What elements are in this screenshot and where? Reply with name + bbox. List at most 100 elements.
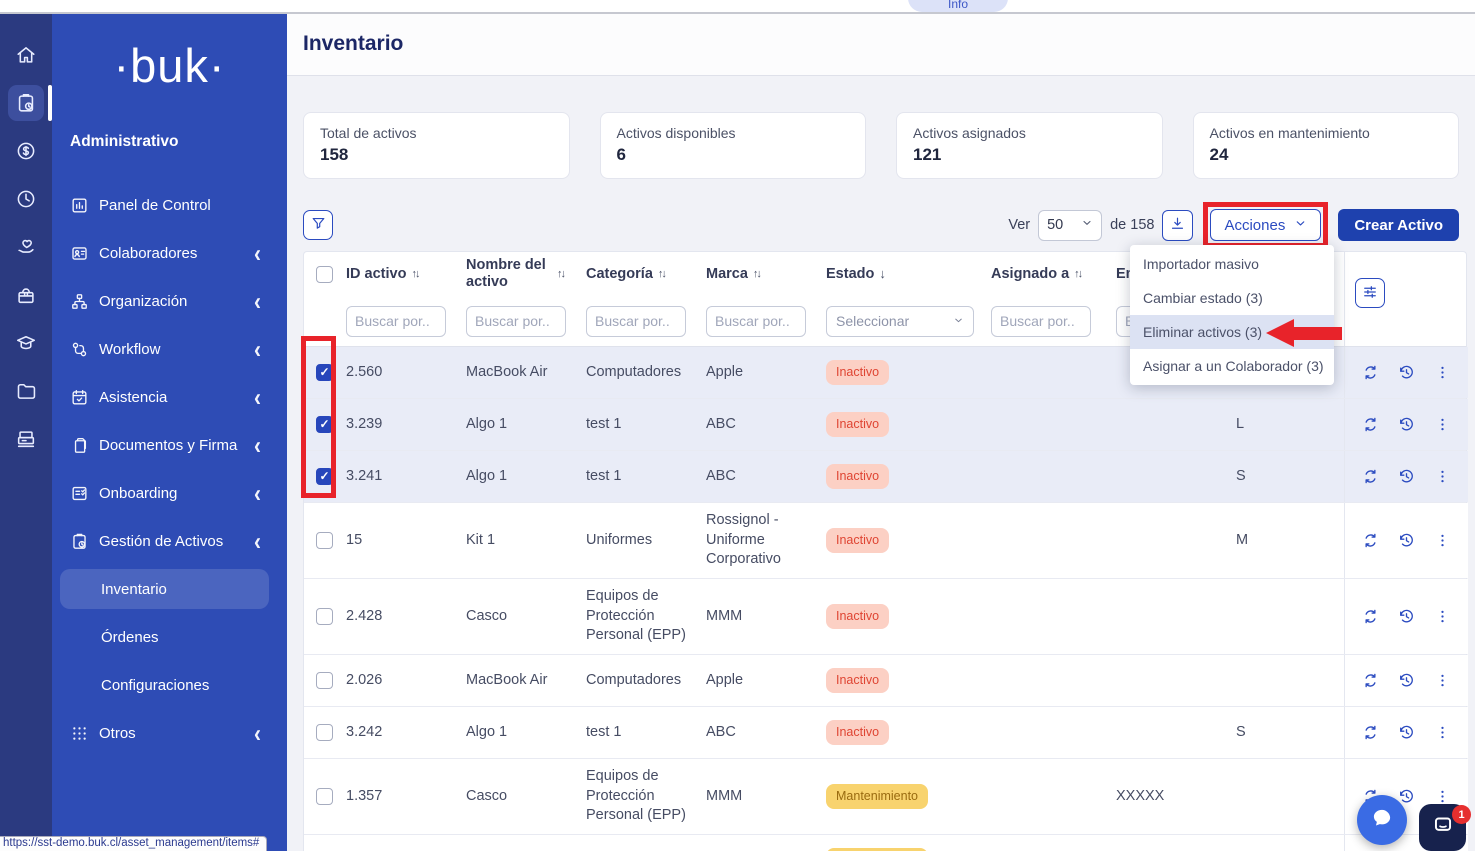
main-content: Inventario Total de activos158Activos di… [287, 12, 1475, 851]
cell-id: 3.241 [344, 451, 464, 502]
sidebar-item-5[interactable]: Documentos y Firma‹ [52, 421, 287, 469]
column-header[interactable]: Estado↓ [824, 252, 989, 296]
info-tooltip: Info [908, 0, 1008, 12]
row-more-button[interactable] [1432, 466, 1453, 487]
sidebar-subitem-10[interactable]: Configuraciones [52, 661, 287, 709]
cell-brand: ABC [704, 399, 824, 450]
culture-box-rail-item[interactable] [8, 277, 44, 313]
cell-name: Algo 1 [464, 451, 584, 502]
sidebar-item-7[interactable]: Gestión de Activos‹ [52, 517, 287, 565]
sidebar-item-11[interactable]: Otros‹ [52, 709, 287, 757]
row-more-button[interactable] [1432, 530, 1453, 551]
row-history-button[interactable] [1396, 530, 1417, 551]
row-more-button[interactable] [1432, 362, 1453, 383]
cell-id: 3.234 [344, 835, 464, 851]
filter-input-brand[interactable] [706, 306, 806, 337]
sidebar-item-6[interactable]: Onboarding‹ [52, 469, 287, 517]
column-header[interactable]: Asignado a↑↓ [989, 252, 1114, 296]
filter-input-name[interactable] [466, 306, 566, 337]
row-refresh-button[interactable] [1360, 530, 1381, 551]
row-history-button[interactable] [1396, 606, 1417, 627]
row-checkbox[interactable] [316, 788, 333, 805]
sidebar-item-3[interactable]: Workflow‹ [52, 325, 287, 373]
table-row: 2.026MacBook AirComputadoresAppleInactiv… [304, 655, 1466, 707]
create-asset-button[interactable]: Crear Activo [1338, 209, 1459, 241]
column-header[interactable]: Categoría↑↓ [584, 252, 704, 296]
chevron-left-icon: ‹ [254, 336, 261, 361]
cell-name: Kit 1 [464, 503, 584, 578]
column-header[interactable]: Nombre del activo↑↓ [464, 252, 584, 296]
row-more-button[interactable] [1432, 414, 1453, 435]
row-more-button[interactable] [1432, 722, 1453, 743]
filter-select-estado[interactable]: Seleccionar [826, 306, 974, 337]
column-settings-button[interactable] [1355, 278, 1385, 308]
chevron-left-icon: ‹ [254, 432, 261, 457]
chat-launcher-button[interactable] [1357, 795, 1407, 845]
table-row: 15Kit 1UniformesRossignol - Uniforme Cor… [304, 503, 1466, 579]
row-refresh-button[interactable] [1360, 670, 1381, 691]
row-history-button[interactable] [1396, 362, 1417, 383]
sidebar-item-2[interactable]: Organización‹ [52, 277, 287, 325]
sidebar-item-4[interactable]: Asistencia‹ [52, 373, 287, 421]
row-history-button[interactable] [1396, 466, 1417, 487]
payments-rail-item[interactable] [8, 133, 44, 169]
benefits-rail-item[interactable] [8, 229, 44, 265]
actions-menu-item-0[interactable]: Importador masivo [1130, 247, 1334, 281]
row-refresh-button[interactable] [1360, 722, 1381, 743]
download-button[interactable] [1162, 210, 1193, 241]
sidebar-section-title: Administrativo [70, 133, 287, 151]
archive-rail-item[interactable] [8, 421, 44, 457]
row-refresh-button[interactable] [1360, 414, 1381, 435]
column-settings-icon [1361, 283, 1379, 304]
row-checkbox[interactable] [316, 608, 333, 625]
sidebar-item-0[interactable]: Panel de Control [52, 181, 287, 229]
row-more-button[interactable] [1432, 670, 1453, 691]
filter-input-category[interactable] [586, 306, 686, 337]
home-rail-item[interactable] [8, 37, 44, 73]
column-header[interactable]: ID activo↑↓ [344, 252, 464, 296]
filter-input-assigned[interactable] [991, 306, 1091, 337]
row-checkbox[interactable] [316, 724, 333, 741]
row-more-button[interactable] [1432, 606, 1453, 627]
table-body: ✓2.560MacBook AirComputadoresAppleInacti… [304, 347, 1466, 851]
status-badge: Inactivo [826, 360, 889, 385]
cell-brand: Rossignol - Uniforme Corporativo [704, 503, 824, 578]
actions-dropdown-button[interactable]: Acciones [1210, 209, 1321, 241]
education-rail-item[interactable] [8, 325, 44, 361]
cell-em [1114, 655, 1234, 706]
row-refresh-button[interactable] [1360, 466, 1381, 487]
actions-menu-item-1[interactable]: Cambiar estado (3) [1130, 281, 1334, 315]
chevron-left-icon: ‹ [254, 480, 261, 505]
sidebar-item-1[interactable]: Colaboradores‹ [52, 229, 287, 277]
cell-name: Casco [464, 759, 584, 834]
cell-id: 3.242 [344, 707, 464, 758]
row-history-button[interactable] [1396, 414, 1417, 435]
cell-size [1234, 759, 1344, 834]
chat-notification-badge: 1 [1452, 805, 1471, 824]
sidebar-subitem-8[interactable]: Inventario [52, 565, 287, 613]
row-history-button[interactable] [1396, 670, 1417, 691]
filter-button[interactable] [303, 210, 333, 240]
column-header[interactable]: Marca↑↓ [704, 252, 824, 296]
cell-size [1234, 579, 1344, 654]
sort-desc-icon: ↓ [879, 267, 886, 282]
sidebar-subitem-9[interactable]: Órdenes [52, 613, 287, 661]
sidebar-item-label: Workflow [99, 341, 254, 358]
browser-status-url: https://sst-demo.buk.cl/asset_management… [0, 836, 267, 851]
row-history-button[interactable] [1396, 722, 1417, 743]
actions-menu-item-3[interactable]: Asignar a un Colaborador (3) [1130, 349, 1334, 383]
row-refresh-button[interactable] [1360, 606, 1381, 627]
filter-input-id[interactable] [346, 306, 446, 337]
asset-clipboard-rail-item[interactable] [8, 85, 44, 121]
cell-actions [1344, 655, 1468, 706]
row-refresh-button[interactable] [1360, 362, 1381, 383]
folder-rail-item[interactable] [8, 373, 44, 409]
page: Info ·buk· Administrativo Panel de Contr… [0, 0, 1475, 851]
select-all-checkbox[interactable] [316, 266, 333, 283]
column-header-label: Nombre del activo [466, 257, 552, 290]
page-size-select[interactable]: 50 [1038, 210, 1102, 241]
row-checkbox[interactable] [316, 532, 333, 549]
time-rail-item[interactable] [8, 181, 44, 217]
cell-category: Uniformes [584, 503, 704, 578]
row-checkbox[interactable] [316, 672, 333, 689]
